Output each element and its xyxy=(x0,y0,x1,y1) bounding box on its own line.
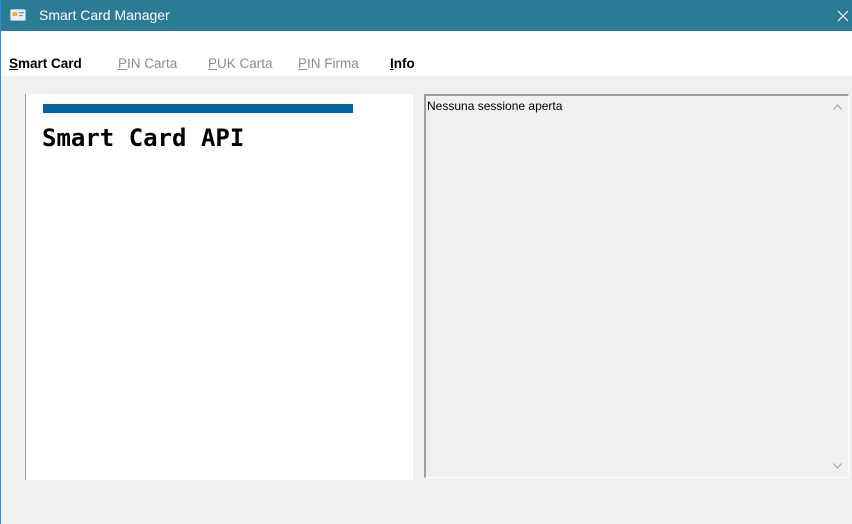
scroll-track[interactable] xyxy=(826,118,848,455)
app-card-icon xyxy=(10,9,26,21)
scroll-down-button[interactable] xyxy=(826,455,848,477)
session-status-text: Nessuna sessione aperta xyxy=(427,99,563,113)
menu-puk-carta-accel: P xyxy=(208,56,218,71)
close-icon xyxy=(837,10,849,21)
vertical-scrollbar[interactable] xyxy=(826,96,848,477)
session-log-textarea[interactable]: Nessuna sessione aperta xyxy=(424,94,849,478)
menu-bar: Smart Card PIN Carta PUK Carta PIN Firma… xyxy=(1,31,852,76)
menu-smart-card[interactable]: Smart Card xyxy=(9,55,82,72)
info-panel: Smart Card API xyxy=(25,94,413,480)
chevron-up-icon xyxy=(832,104,842,110)
menu-pin-carta-label: IN Carta xyxy=(127,56,178,71)
close-button[interactable] xyxy=(833,0,852,31)
menu-smart-card-label: mart Card xyxy=(18,56,82,71)
smart-card-manager-window: Smart Card Manager Smart Card PIN Carta … xyxy=(0,0,852,524)
accent-bar xyxy=(43,104,353,113)
panel-heading: Smart Card API xyxy=(42,124,245,152)
window-title: Smart Card Manager xyxy=(39,7,170,23)
menu-puk-carta-label: UK Carta xyxy=(217,56,273,71)
scroll-up-button[interactable] xyxy=(826,96,848,118)
menu-smart-card-accel: S xyxy=(9,56,19,71)
title-bar[interactable]: Smart Card Manager xyxy=(1,0,852,31)
menu-pin-firma[interactable]: PIN Firma xyxy=(298,55,359,72)
menu-pin-firma-accel: P xyxy=(298,56,308,71)
menu-info-label: nfo xyxy=(393,56,415,71)
menu-pin-carta[interactable]: PIN Carta xyxy=(118,55,177,72)
chevron-down-icon xyxy=(832,463,842,469)
menu-pin-carta-accel: P xyxy=(118,56,128,71)
menu-puk-carta[interactable]: PUK Carta xyxy=(208,55,273,72)
menu-info[interactable]: Info xyxy=(390,55,415,72)
menu-pin-firma-label: IN Firma xyxy=(307,56,359,71)
